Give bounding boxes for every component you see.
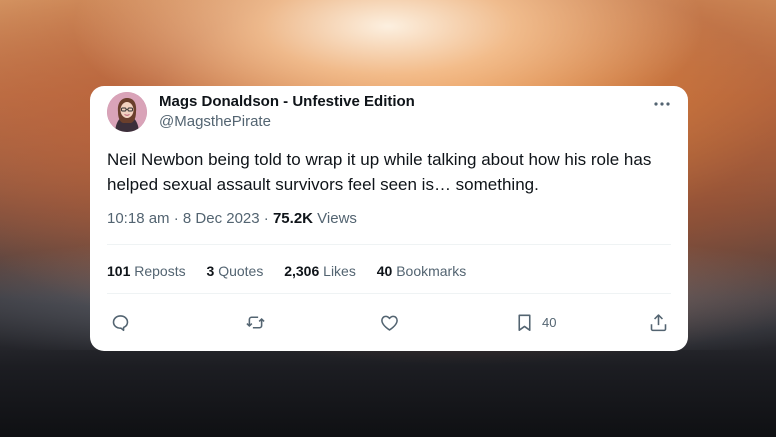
author-name[interactable]: Mags Donaldson - Unfestive Edition bbox=[159, 93, 415, 110]
heart-icon bbox=[381, 315, 398, 331]
repost-icon bbox=[246, 315, 265, 329]
repost-button[interactable] bbox=[245, 311, 266, 333]
tweet-card: Mags Donaldson - Unfestive Edition @Mags… bbox=[90, 86, 688, 351]
bookmarks-stat[interactable]: 40 Bookmarks bbox=[377, 263, 467, 279]
share-icon bbox=[650, 313, 667, 331]
avatar[interactable] bbox=[107, 92, 147, 132]
quotes-label: Quotes bbox=[218, 263, 264, 279]
bookmark-count: 40 bbox=[542, 314, 557, 330]
reposts-label: Reposts bbox=[134, 263, 186, 279]
likes-count: 2,306 bbox=[284, 263, 320, 279]
tweet-header: Mags Donaldson - Unfestive Edition @Mags… bbox=[107, 92, 671, 136]
tweet-text: Neil Newbon being told to wrap it up whi… bbox=[107, 150, 652, 194]
likes-label: Likes bbox=[323, 263, 356, 279]
meta-separator: · bbox=[263, 210, 269, 227]
engagement-stats: 101 Reposts 3 Quotes 2,306 Likes 40 Book… bbox=[107, 263, 483, 279]
bookmark-button[interactable]: 40 bbox=[514, 311, 556, 333]
tweet-meta: 10:18 am · 8 Dec 2023 · 75.2K Views bbox=[107, 210, 357, 227]
bookmark-icon bbox=[518, 314, 531, 331]
tweet-date[interactable]: 8 Dec 2023 bbox=[183, 210, 260, 227]
bookmarks-count: 40 bbox=[376, 263, 393, 279]
tweet-time[interactable]: 10:18 am bbox=[107, 210, 170, 227]
quotes-stat[interactable]: 3 Quotes bbox=[207, 263, 264, 279]
divider bbox=[107, 293, 671, 294]
share-button[interactable] bbox=[648, 311, 669, 333]
meta-separator: · bbox=[173, 210, 179, 227]
reply-icon bbox=[112, 314, 129, 331]
like-button[interactable] bbox=[379, 311, 400, 333]
views-label: Views bbox=[317, 210, 357, 227]
reposts-stat[interactable]: 101 Reposts bbox=[107, 263, 186, 279]
action-bar: 40 bbox=[110, 311, 670, 333]
likes-stat[interactable]: 2,306 Likes bbox=[284, 263, 356, 279]
divider bbox=[107, 244, 671, 245]
bookmarks-label: Bookmarks bbox=[396, 263, 467, 279]
views-count: 75.2K bbox=[272, 210, 313, 227]
author-handle[interactable]: @MagsthePirate bbox=[159, 113, 271, 130]
reposts-count: 101 bbox=[107, 263, 131, 279]
more-horizontal-icon[interactable] bbox=[653, 94, 671, 112]
quotes-count: 3 bbox=[206, 263, 215, 279]
reply-button[interactable] bbox=[110, 311, 131, 333]
